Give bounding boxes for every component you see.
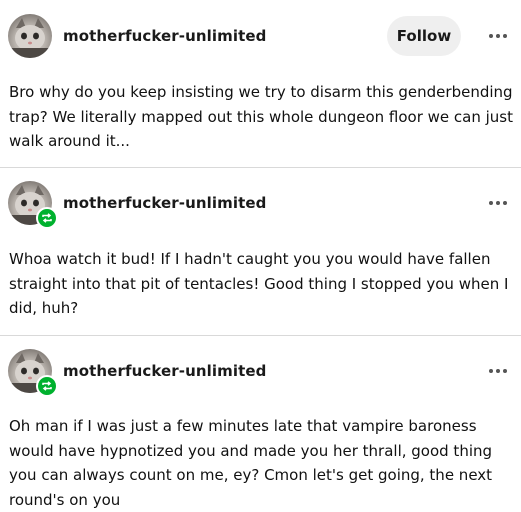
reblog-icon	[36, 375, 58, 397]
avatar[interactable]	[8, 349, 58, 397]
more-options-icon[interactable]	[487, 360, 509, 382]
username[interactable]: motherfucker-unlimited	[63, 362, 267, 380]
post-text: Oh man if I was just a few minutes late …	[9, 417, 493, 509]
post: motherfucker-unlimited Oh man if I was j…	[0, 0, 521, 509]
post-header: motherfucker-unlimited	[8, 349, 521, 397]
